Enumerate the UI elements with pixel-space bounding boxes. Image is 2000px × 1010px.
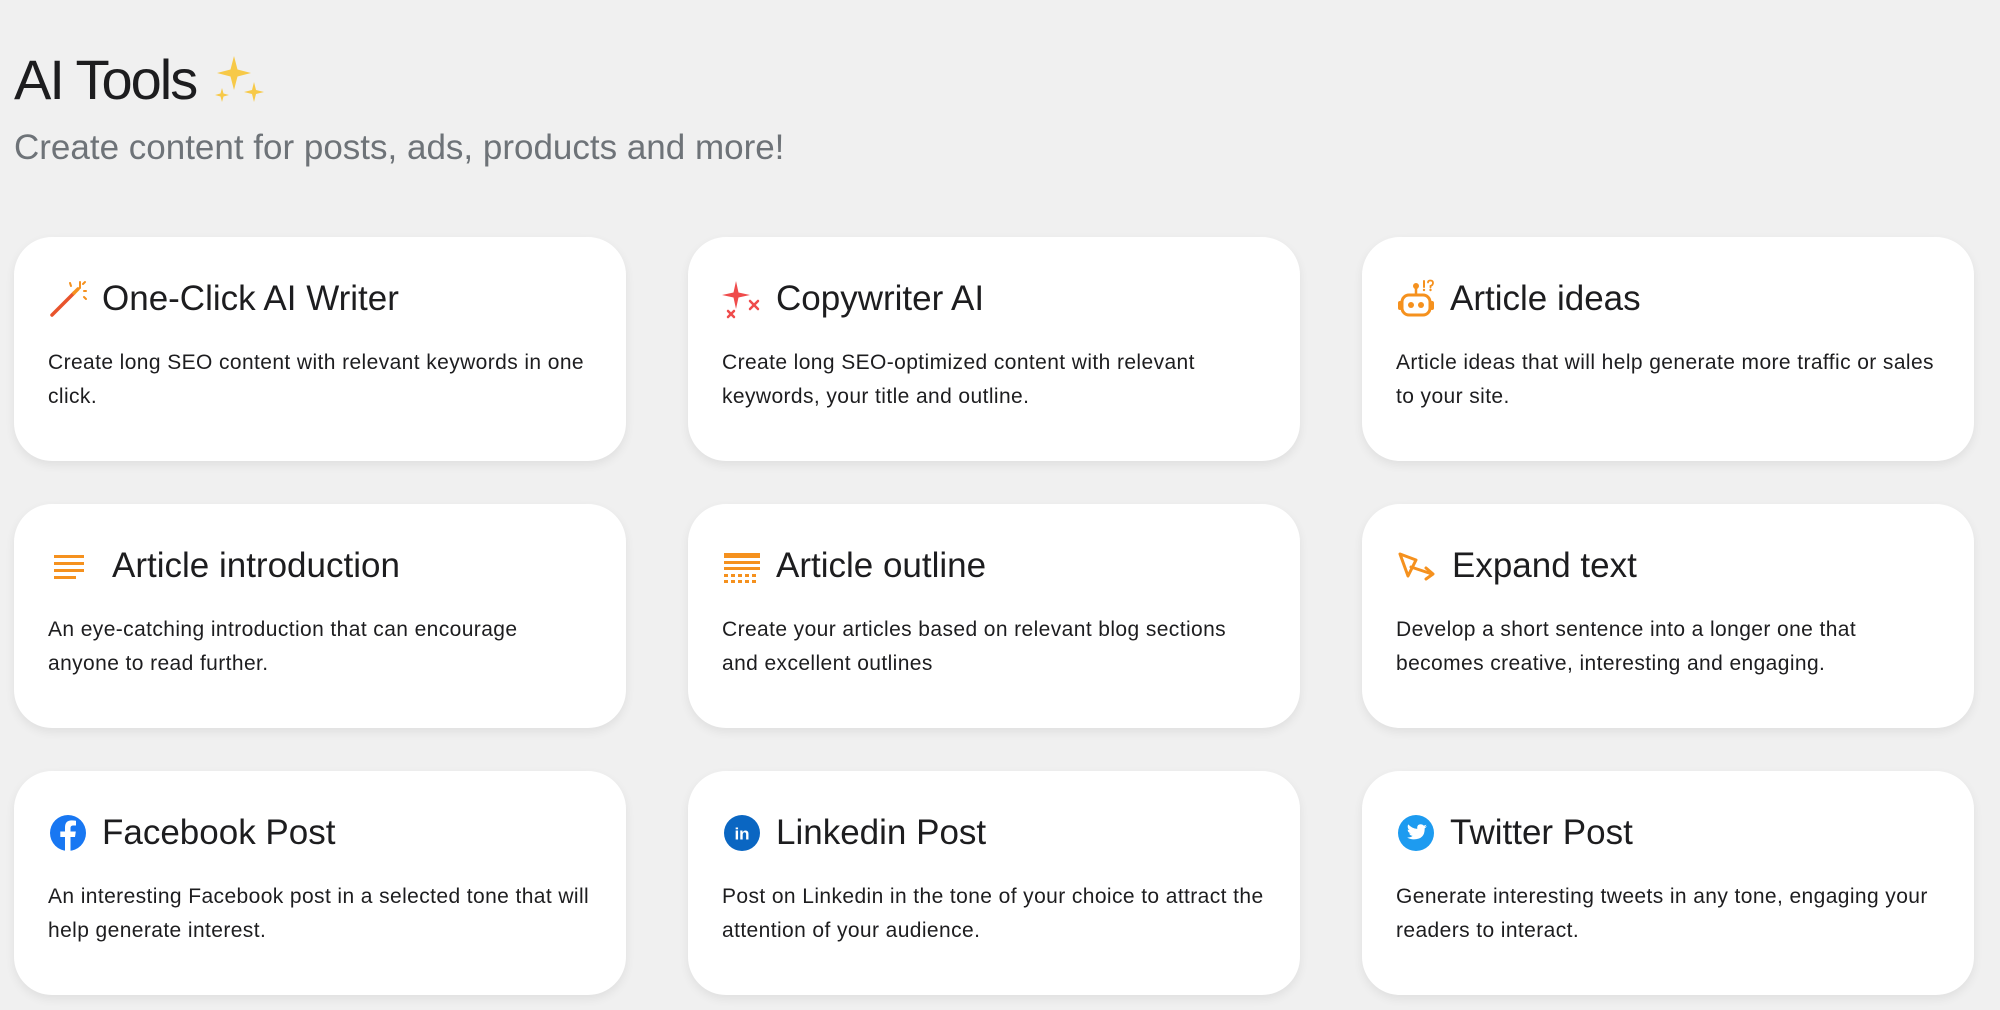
facebook-icon	[48, 813, 88, 853]
ai-tools-page: AI Tools Create content for posts, ads, …	[0, 0, 2000, 1010]
tool-card-copywriter-ai[interactable]: Copywriter AI Create long SEO-optimized …	[688, 237, 1300, 461]
page-title: AI Tools	[14, 48, 198, 111]
card-header: Copywriter AI	[722, 276, 1266, 322]
outline-icon	[722, 546, 762, 586]
card-title: One-Click AI Writer	[102, 279, 399, 318]
title-row: AI Tools	[14, 44, 784, 116]
card-header: in Linkedin Post	[722, 810, 1266, 856]
tool-card-article-introduction[interactable]: Article introduction An eye-catching int…	[14, 504, 626, 728]
sparkle-stars-icon	[722, 279, 762, 319]
tools-grid: One-Click AI Writer Create long SEO cont…	[14, 237, 1974, 995]
card-description: Develop a short sentence into a longer o…	[1396, 618, 1857, 675]
svg-text:in: in	[734, 825, 749, 844]
card-title: Article outline	[776, 546, 987, 585]
card-description: Article ideas that will help generate mo…	[1396, 351, 1934, 408]
card-description: Create long SEO-optimized content with r…	[722, 351, 1195, 408]
card-title: Article introduction	[112, 546, 400, 585]
card-header: Article outline	[722, 543, 1266, 589]
card-description: Post on Linkedin in the tone of your cho…	[722, 885, 1264, 942]
text-lines-icon	[48, 546, 98, 586]
card-header: Facebook Post	[48, 810, 592, 856]
card-title: Copywriter AI	[776, 279, 985, 318]
tool-card-expand-text[interactable]: Expand text Develop a short sentence int…	[1362, 504, 1974, 728]
card-title: Facebook Post	[102, 813, 336, 852]
tool-card-one-click-ai-writer[interactable]: One-Click AI Writer Create long SEO cont…	[14, 237, 626, 461]
expand-pen-icon	[1396, 546, 1438, 586]
tool-card-linkedin-post[interactable]: in Linkedin Post Post on Linkedin in the…	[688, 771, 1300, 995]
page-subtitle: Create content for posts, ads, products …	[14, 128, 785, 167]
card-description: An interesting Facebook post in a select…	[48, 885, 590, 942]
card-description: Create your articles based on relevant b…	[722, 618, 1227, 675]
magic-wand-icon	[48, 279, 88, 319]
sparkles-icon	[208, 50, 268, 110]
tool-card-twitter-post[interactable]: Twitter Post Generate interesting tweets…	[1362, 771, 1974, 995]
tool-card-article-outline[interactable]: Article outline Create your articles bas…	[688, 504, 1300, 728]
robot-icon	[1396, 279, 1436, 319]
card-header: One-Click AI Writer	[48, 276, 592, 322]
card-description: Create long SEO content with relevant ke…	[48, 351, 584, 408]
tool-card-article-ideas[interactable]: Article ideas Article ideas that will he…	[1362, 237, 1974, 461]
tool-card-facebook-post[interactable]: Facebook Post An interesting Facebook po…	[14, 771, 626, 995]
card-header: Article introduction	[48, 543, 592, 589]
card-title: Linkedin Post	[776, 813, 987, 852]
card-header: Expand text	[1396, 543, 1940, 589]
card-title: Twitter Post	[1450, 813, 1633, 852]
card-header: Twitter Post	[1396, 810, 1940, 856]
card-title: Article ideas	[1450, 279, 1641, 318]
page-header: AI Tools Create content for posts, ads, …	[14, 44, 784, 170]
linkedin-icon: in	[722, 813, 762, 853]
card-title: Expand text	[1452, 546, 1637, 585]
twitter-icon	[1396, 813, 1436, 853]
card-description: An eye-catching introduction that can en…	[48, 618, 518, 675]
card-description: Generate interesting tweets in any tone,…	[1396, 885, 1928, 942]
card-header: Article ideas	[1396, 276, 1940, 322]
